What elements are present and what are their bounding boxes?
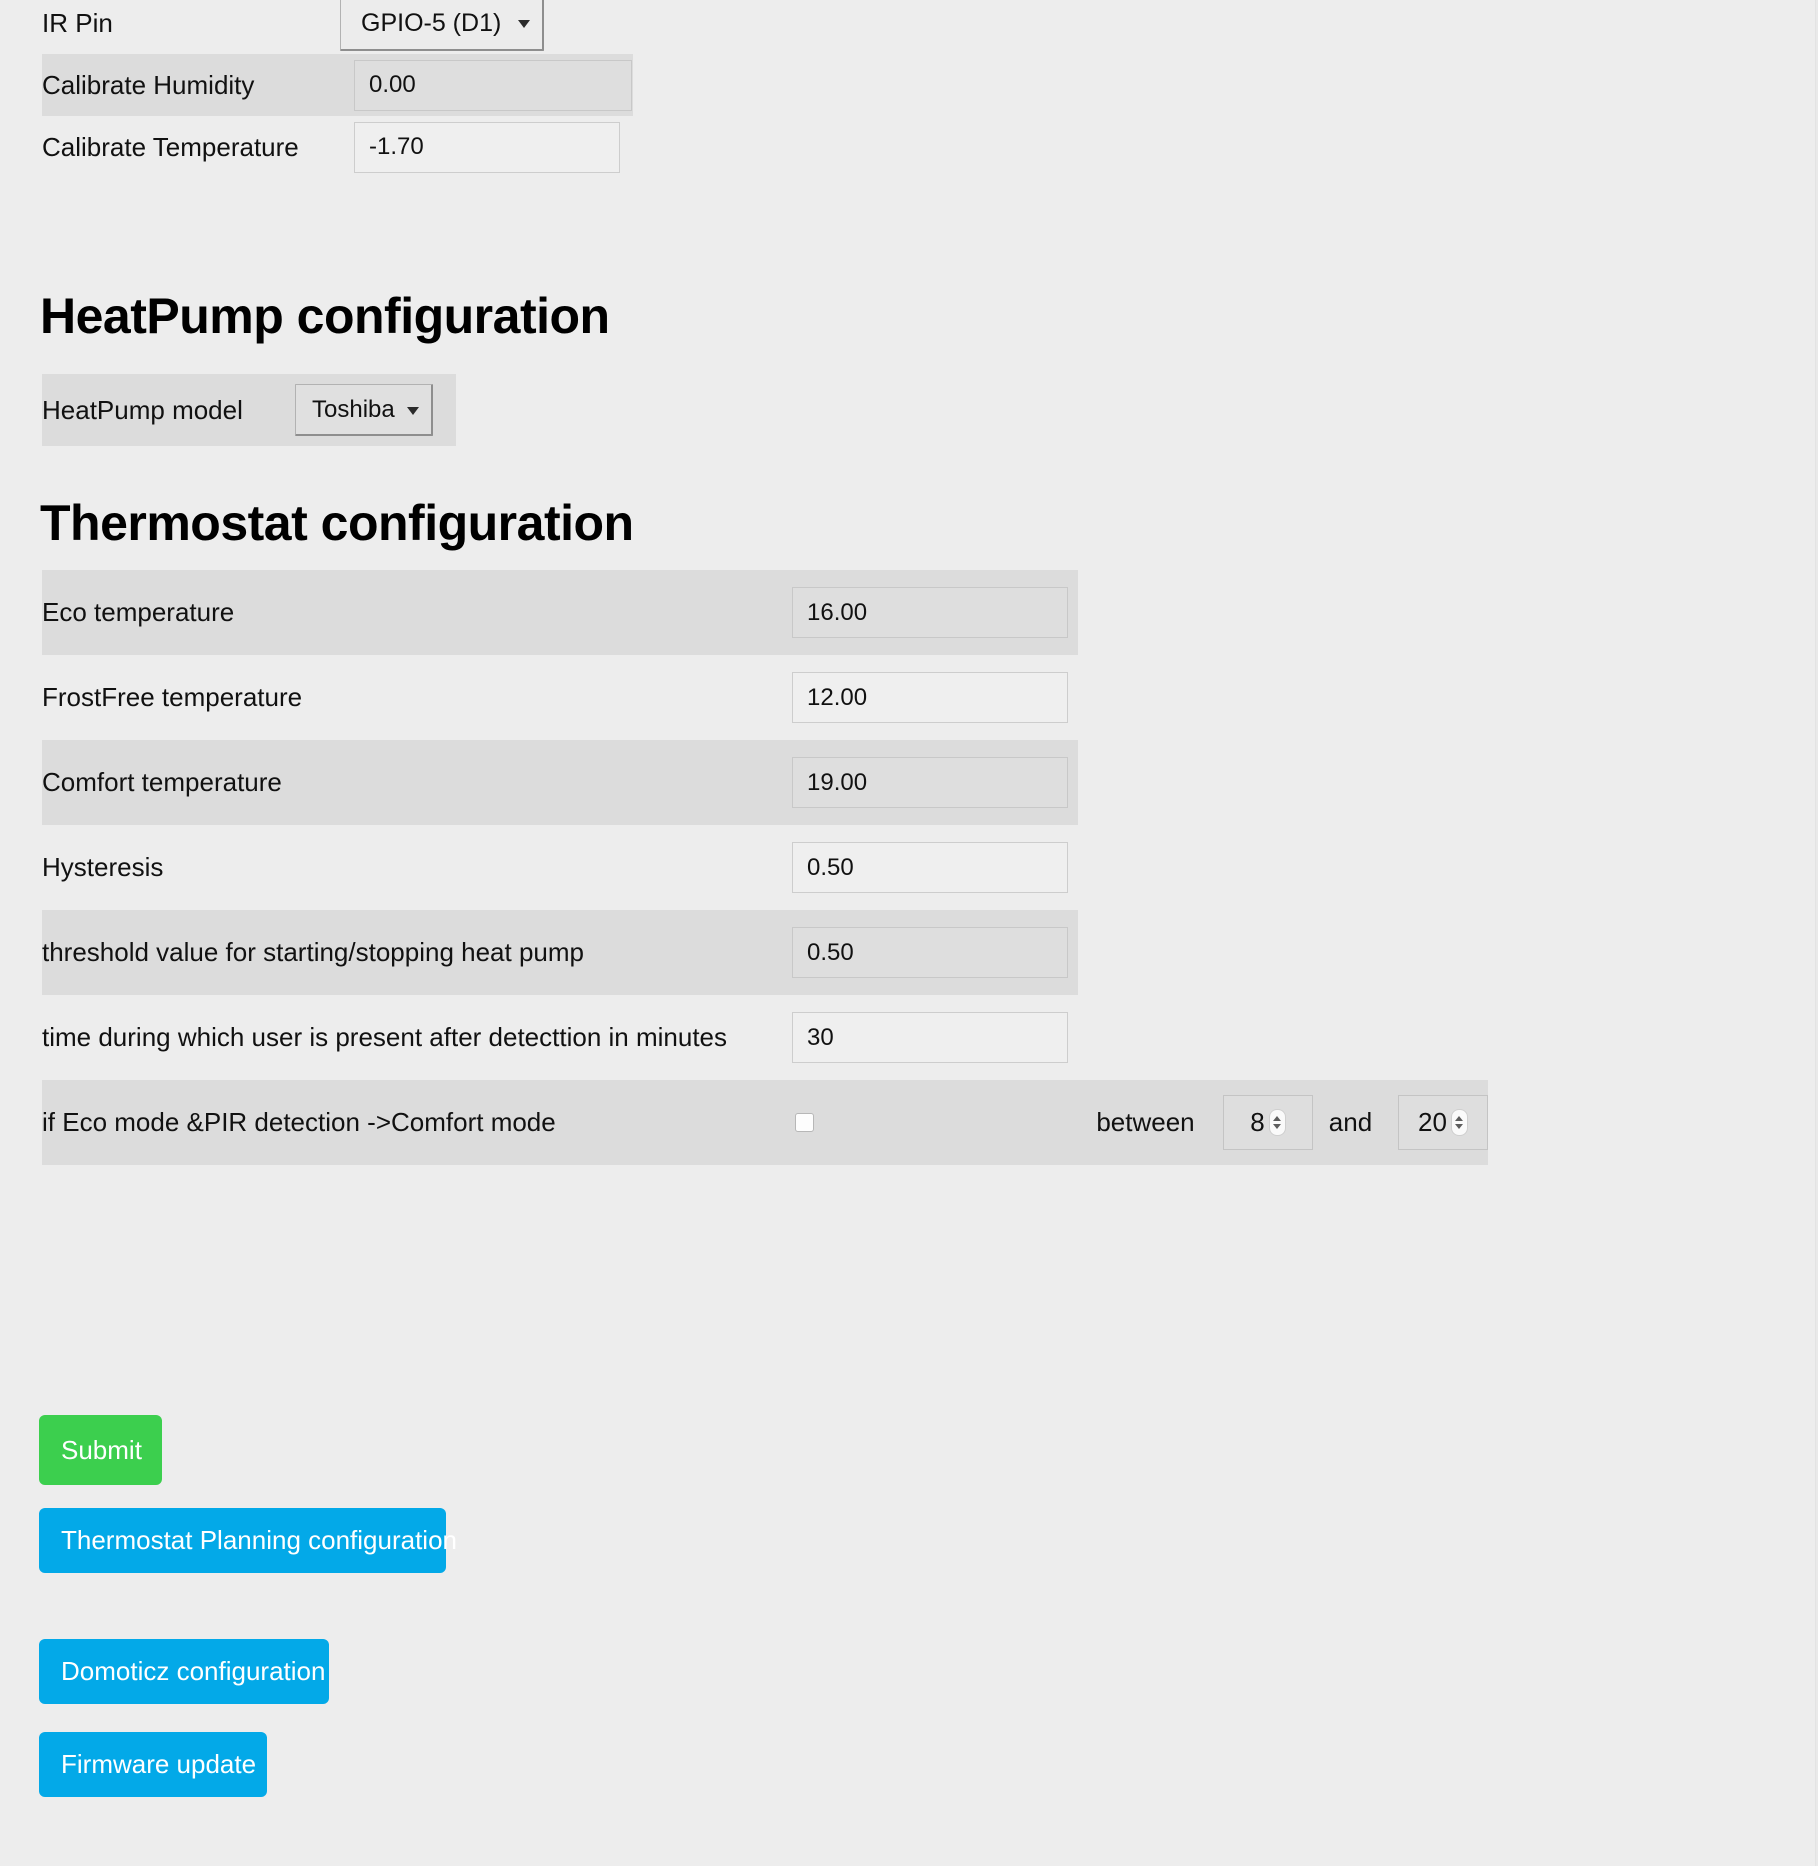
eco-temperature-label: Eco temperature [42,570,778,655]
presence-time-label: time during which user is present after … [42,1022,728,1052]
table-row: Eco temperature [42,570,1488,655]
end-hour-cell: 20 [1388,1080,1488,1165]
table-row: FrostFree temperature [42,655,1488,740]
domoticz-configuration-button[interactable]: Domoticz configuration [39,1639,329,1704]
start-hour-stepper[interactable]: 8 [1223,1095,1313,1150]
comfort-temperature-label: Comfort temperature [42,740,778,825]
thermostat-config-table: Eco temperature FrostFree temperature Co… [42,570,1488,1165]
table-row: time during which user is present after … [42,995,1488,1080]
threshold-label: threshold value for starting/stopping he… [42,910,778,995]
chevron-down-icon [1273,1124,1282,1129]
heatpump-model-cell: Toshiba [281,374,456,446]
comfort-temperature-cell [778,740,1078,825]
heatpump-section-heading: HeatPump configuration [40,288,610,344]
pir-comfort-checkbox[interactable] [795,1113,814,1132]
spinner-arrows-icon[interactable] [1268,1109,1286,1136]
ir-pin-select[interactable]: GPIO-5 (D1) [340,0,544,51]
calibrate-humidity-cell [340,54,633,116]
and-label: and [1313,1080,1388,1165]
between-label: between [1078,1080,1213,1165]
end-hour-stepper[interactable]: 20 [1398,1095,1488,1150]
hysteresis-cell [778,825,1078,910]
calibrate-temperature-cell [340,116,633,178]
table-row: IR Pin GPIO-5 (D1) [42,0,633,54]
table-row: HeatPump model Toshiba [42,374,456,446]
eco-temperature-input[interactable] [792,587,1068,638]
table-row: if Eco mode &PIR detection ->Comfort mod… [42,1080,1488,1165]
heatpump-model-select[interactable]: Toshiba [295,384,433,436]
table-row: threshold value for starting/stopping he… [42,910,1488,995]
table-row: Hysteresis [42,825,1488,910]
heatpump-config-table: HeatPump model Toshiba [42,374,456,446]
table-row: Calibrate Humidity [42,54,633,116]
start-hour-value: 8 [1250,1107,1265,1137]
start-hour-cell: 8 [1213,1080,1313,1165]
chevron-up-icon [1273,1116,1282,1121]
pir-comfort-checkbox-cell [778,1080,1078,1165]
threshold-cell [778,910,1078,995]
ir-pin-cell: GPIO-5 (D1) [340,0,633,54]
config-page: IR Pin GPIO-5 (D1) Calibrate Humidity 0.… [0,0,1818,1866]
sensor-config-table: IR Pin GPIO-5 (D1) Calibrate Humidity 0.… [42,0,633,178]
pir-comfort-label: if Eco mode &PIR detection ->Comfort mod… [42,1080,778,1165]
spinner-arrows-icon[interactable] [1450,1109,1468,1136]
table-row: Comfort temperature [42,740,1488,825]
threshold-input[interactable] [792,927,1068,978]
presence-time-input[interactable] [792,1012,1068,1063]
calibrate-humidity-label: Calibrate Humidity [42,54,340,116]
end-hour-value: 20 [1418,1107,1447,1137]
heatpump-model-label: HeatPump model [42,374,281,446]
eco-temperature-cell [778,570,1078,655]
table-row: Calibrate Temperature [42,116,633,178]
firmware-update-button[interactable]: Firmware update [39,1732,267,1797]
heatpump-model-select-wrap: Toshiba [295,384,433,436]
ir-pin-select-wrap: GPIO-5 (D1) [340,0,544,51]
presence-time-cell [778,995,1078,1080]
chevron-up-icon [1455,1116,1464,1121]
comfort-temperature-input[interactable] [792,757,1068,808]
frostfree-temperature-cell [778,655,1078,740]
ir-pin-label: IR Pin [42,7,113,38]
thermostat-planning-configuration-button[interactable]: Thermostat Planning configuration [39,1508,457,1573]
calibrate-temperature-label: Calibrate Temperature [42,131,299,162]
frostfree-temperature-input[interactable] [792,672,1068,723]
hysteresis-label: Hysteresis [42,852,164,882]
hysteresis-input[interactable] [792,842,1068,893]
calibrate-humidity-input[interactable] [354,59,632,111]
frostfree-temperature-label: FrostFree temperature [42,682,303,712]
calibrate-temperature-input[interactable] [354,121,620,173]
chevron-down-icon [1455,1124,1464,1129]
submit-button[interactable]: Submit [39,1415,162,1485]
thermostat-section-heading: Thermostat configuration [40,495,634,551]
